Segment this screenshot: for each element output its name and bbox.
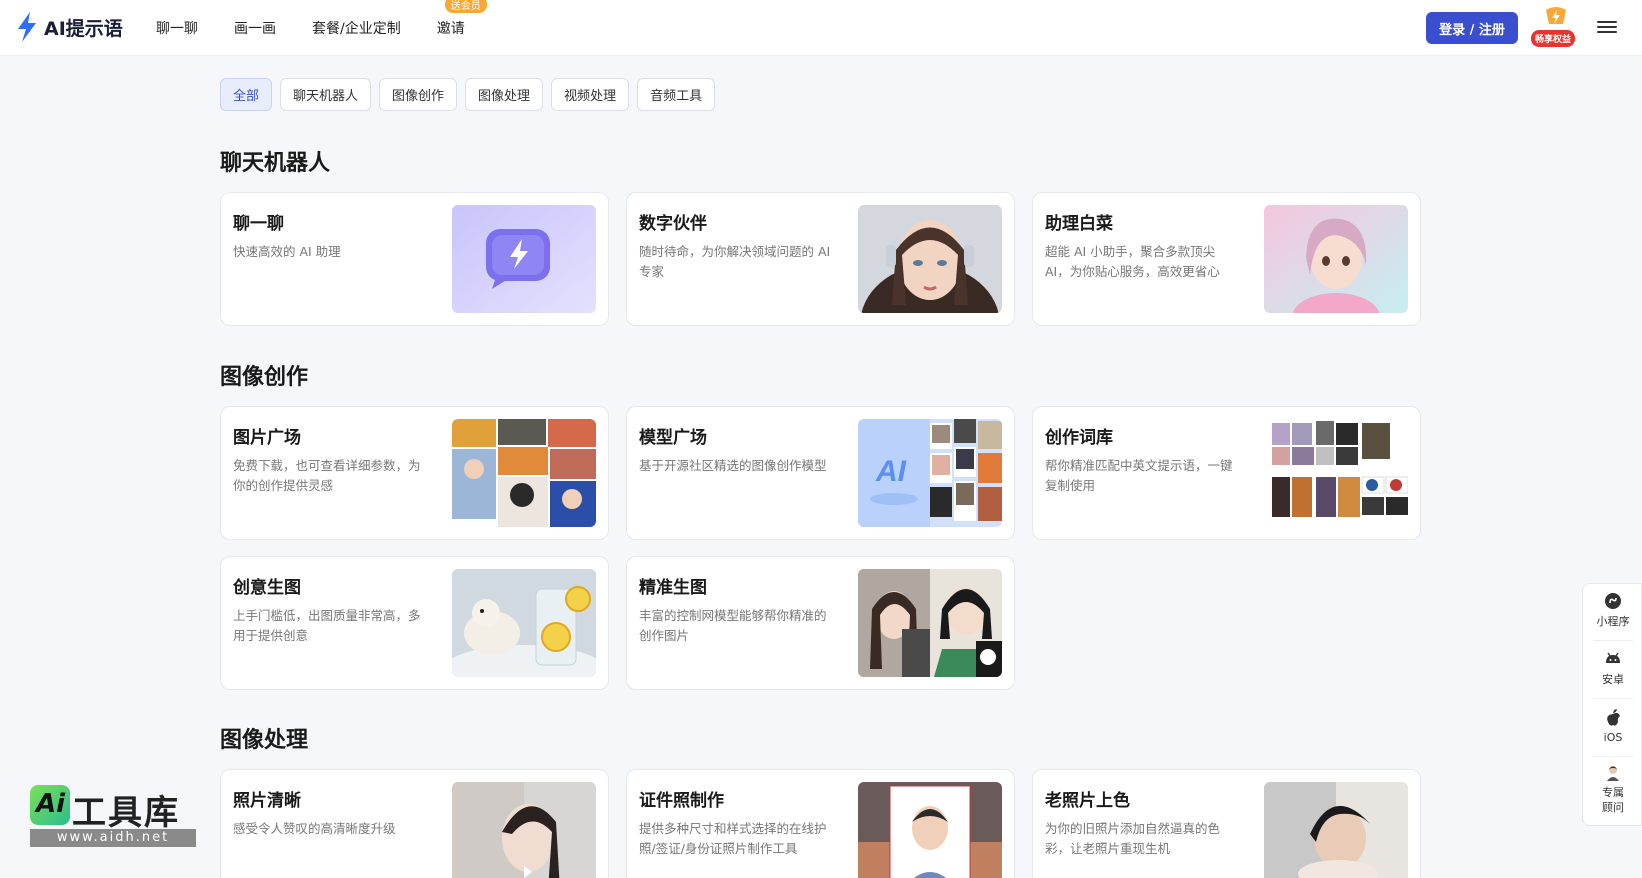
main-nav: 聊一聊 画一画 套餐/企业定制 送会员 邀请 <box>156 0 487 56</box>
filter-video-processing[interactable]: 视频处理 <box>551 78 630 111</box>
card-title: 图片广场 <box>233 428 301 448</box>
rail-mini-program[interactable]: 小程序 <box>1583 592 1642 629</box>
card-title: 模型广场 <box>639 428 707 448</box>
rail-label: 专属顾问 <box>1602 786 1624 814</box>
nav-chat[interactable]: 聊一聊 <box>156 18 198 38</box>
card-desc: 超能 AI 小助手，聚合多款顶尖 AI，为你贴心服务，高效更省心 <box>1045 244 1220 279</box>
section-title-image-creation: 图像创作 <box>220 365 309 390</box>
card-desc: 帮你精准匹配中英文提示语，一键复制使用 <box>1045 458 1233 493</box>
assistant-avatar-thumbnail <box>1264 205 1408 313</box>
rail-android[interactable]: 安卓 <box>1583 650 1642 687</box>
section-title-chatbot: 聊天机器人 <box>220 151 331 176</box>
filter-chatbot[interactable]: 聊天机器人 <box>280 78 372 111</box>
svg-text:AI: AI <box>875 455 907 488</box>
tool-card[interactable]: 模型广场 基于开源社区精选的图像创作模型 AI <box>626 406 1015 540</box>
nav-invite[interactable]: 送会员 邀请 <box>436 0 487 38</box>
image-gallery-collage <box>452 419 596 527</box>
photo-enhance-thumbnail <box>452 782 596 878</box>
card-title: 精准生图 <box>639 578 707 598</box>
watermark-ai-logo: Ai <box>30 785 70 825</box>
digital-companion-portrait <box>858 205 1002 313</box>
side-rail: 小程序 安卓 iOS 专属顾问 <box>1582 583 1642 826</box>
card-title: 创作词库 <box>1045 428 1113 448</box>
apple-icon <box>1607 709 1620 726</box>
card-desc: 随时待命，为你解决领域问题的 AI 专家 <box>639 244 831 279</box>
lightning-logo-icon <box>18 12 36 42</box>
prompt-library-grid <box>1264 419 1408 527</box>
card-desc: 丰富的控制网模型能够帮你精准的创作图片 <box>639 608 827 643</box>
site-logo[interactable]: AI提示语 <box>16 12 123 42</box>
precise-image-thumbnail <box>858 569 1002 677</box>
card-title: 聊一聊 <box>233 214 284 234</box>
watermark-url: www.aidh.net <box>30 829 196 847</box>
vip-tag: 畅享权益 <box>1531 30 1576 47</box>
invite-badge: 送会员 <box>444 0 487 13</box>
card-title: 助理白菜 <box>1045 214 1113 234</box>
tool-card[interactable]: 助理白菜 超能 AI 小助手，聚合多款顶尖 AI，为你贴心服务，高效更省心 <box>1032 192 1421 326</box>
card-title: 数字伙伴 <box>639 214 707 234</box>
aidh-watermark: Ai 工具库 www.aidh.net <box>28 783 198 847</box>
rail-label: 安卓 <box>1602 673 1624 686</box>
category-filters: 全部 聊天机器人 图像创作 图像处理 视频处理 音频工具 <box>220 78 716 111</box>
advisor-icon <box>1607 766 1619 781</box>
vip-benefits[interactable]: 畅享权益 <box>1529 6 1579 48</box>
card-desc: 为你的旧照片添加自然逼真的色彩，让老照片重现生机 <box>1045 821 1221 856</box>
rail-label: iOS <box>1603 731 1623 744</box>
filter-image-processing[interactable]: 图像处理 <box>465 78 544 111</box>
mini-program-icon <box>1605 593 1621 609</box>
rail-ios[interactable]: iOS <box>1583 708 1642 744</box>
tool-card[interactable]: 照片清晰 感受令人赞叹的高清晰度升级 <box>220 769 609 878</box>
vip-crown-icon <box>1546 7 1566 24</box>
hamburger-menu-icon[interactable] <box>1597 18 1617 38</box>
chat-bubble-thumbnail <box>452 205 596 313</box>
card-title: 老照片上色 <box>1045 791 1130 811</box>
tool-card[interactable]: 精准生图 丰富的控制网模型能够帮你精准的创作图片 <box>626 556 1015 690</box>
model-plaza-thumbnail: AI <box>858 419 1002 527</box>
section-title-image-processing: 图像处理 <box>220 728 309 753</box>
tool-card[interactable]: 聊一聊 快速高效的 AI 助理 <box>220 192 609 326</box>
rail-label: 小程序 <box>1596 615 1630 628</box>
card-desc: 免费下载，也可查看详细参数，为你的创作提供灵感 <box>233 458 421 493</box>
logo-text: AI提示语 <box>44 17 123 40</box>
rail-advisor[interactable]: 专属顾问 <box>1583 764 1642 815</box>
filter-image-creation[interactable]: 图像创作 <box>379 78 458 111</box>
nav-invite-label: 邀请 <box>436 21 465 37</box>
watermark-brand: 工具库 <box>72 793 180 833</box>
creative-image-thumbnail <box>452 569 596 677</box>
card-title: 照片清晰 <box>233 791 301 811</box>
filter-all[interactable]: 全部 <box>220 78 273 111</box>
tool-card[interactable]: 老照片上色 为你的旧照片添加自然逼真的色彩，让老照片重现生机 <box>1032 769 1421 878</box>
top-header: AI提示语 聊一聊 画一画 套餐/企业定制 送会员 邀请 登录 / 注册 畅享权… <box>0 0 1642 56</box>
card-desc: 快速高效的 AI 助理 <box>233 244 341 259</box>
tool-card[interactable]: 数字伙伴 随时待命，为你解决领域问题的 AI 专家 <box>626 192 1015 326</box>
nav-plans[interactable]: 套餐/企业定制 <box>312 18 401 38</box>
card-title: 证件照制作 <box>639 791 724 811</box>
tool-card[interactable]: 证件照制作 提供多种尺寸和样式选择的在线护照/签证/身份证照片制作工具 <box>626 769 1015 878</box>
id-photo-thumbnail <box>858 782 1002 878</box>
login-register-button[interactable]: 登录 / 注册 <box>1426 12 1518 44</box>
card-desc: 基于开源社区精选的图像创作模型 <box>639 458 827 473</box>
old-photo-colorize-thumbnail <box>1264 782 1408 878</box>
tool-card[interactable]: 创意生图 上手门槛低，出图质量非常高，多用于提供创意 <box>220 556 609 690</box>
card-title: 创意生图 <box>233 578 301 598</box>
filter-audio-tools[interactable]: 音频工具 <box>637 78 716 111</box>
android-icon <box>1606 652 1620 663</box>
card-desc: 提供多种尺寸和样式选择的在线护照/签证/身份证照片制作工具 <box>639 821 827 856</box>
tool-card[interactable]: 创作词库 帮你精准匹配中英文提示语，一键复制使用 <box>1032 406 1421 540</box>
card-desc: 上手门槛低，出图质量非常高，多用于提供创意 <box>233 608 421 643</box>
nav-draw[interactable]: 画一画 <box>234 18 276 38</box>
card-desc: 感受令人赞叹的高清晰度升级 <box>233 821 396 836</box>
tool-card[interactable]: 图片广场 免费下载，也可查看详细参数，为你的创作提供灵感 <box>220 406 609 540</box>
